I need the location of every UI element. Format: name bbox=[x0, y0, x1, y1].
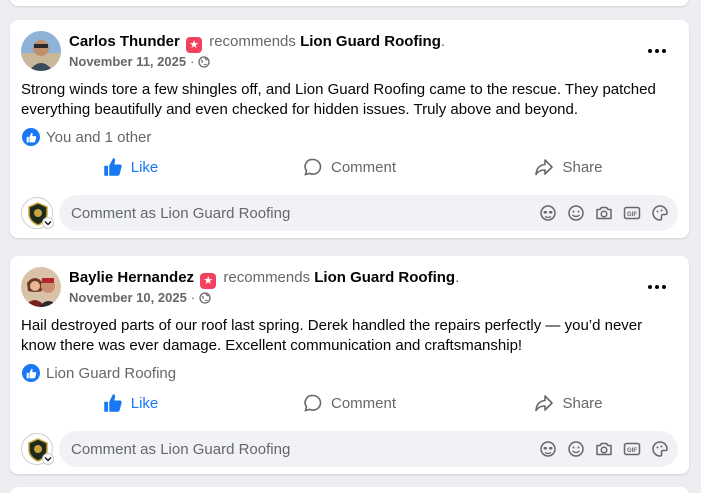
comment-tools: GIF bbox=[538, 203, 670, 223]
like-button[interactable]: Like bbox=[21, 390, 240, 416]
post-body: Hail destroyed parts of our roof last sp… bbox=[21, 317, 643, 354]
author-name[interactable]: Carlos Thunder bbox=[69, 33, 180, 50]
recommend-badge-icon: ★ bbox=[200, 273, 217, 289]
camera-icon[interactable] bbox=[594, 439, 614, 459]
post-date[interactable]: November 11, 2025 bbox=[69, 54, 186, 69]
like-label: Like bbox=[130, 394, 159, 412]
previous-post-card bbox=[10, 0, 689, 6]
share-label: Share bbox=[562, 394, 603, 412]
post-actions: Like Comment Share bbox=[21, 154, 678, 180]
comment-input[interactable]: Comment as Lion Guard Roofing GIF bbox=[59, 431, 678, 467]
author-name[interactable]: Baylie Hernandez bbox=[69, 269, 194, 286]
camera-icon[interactable] bbox=[594, 203, 614, 223]
share-label: Share bbox=[562, 158, 603, 176]
chevron-down-icon[interactable] bbox=[42, 453, 54, 465]
post-title-line: Carlos Thunder ★ recommends Lion Guard R… bbox=[69, 33, 446, 53]
like-reaction-icon bbox=[22, 128, 40, 146]
emoji-icon[interactable] bbox=[566, 439, 586, 459]
globe-icon bbox=[198, 55, 211, 68]
like-reaction-icon bbox=[22, 364, 40, 382]
svg-text:GIF: GIF bbox=[627, 448, 637, 454]
post-header: Carlos Thunder ★ recommends Lion Guard R… bbox=[21, 31, 678, 73]
speech-bubble-icon bbox=[303, 157, 323, 177]
comment-tools: GIF bbox=[538, 439, 670, 459]
reactions-text: Lion Guard Roofing bbox=[46, 364, 177, 382]
share-arrow-icon bbox=[534, 157, 554, 177]
reactions-summary[interactable]: You and 1 other bbox=[22, 128, 151, 146]
avatar[interactable] bbox=[21, 267, 61, 307]
post-actions: Like Comment Share bbox=[21, 390, 678, 416]
comment-placeholder: Comment as Lion Guard Roofing bbox=[71, 440, 291, 458]
next-post-card bbox=[10, 487, 689, 493]
avatar[interactable] bbox=[21, 31, 61, 71]
avatar-sticker-icon[interactable] bbox=[538, 439, 558, 459]
share-button[interactable]: Share bbox=[459, 154, 678, 180]
globe-icon bbox=[199, 291, 211, 304]
comment-composer: Comment as Lion Guard Roofing GIF bbox=[21, 195, 678, 231]
svg-text:GIF: GIF bbox=[627, 212, 637, 218]
like-label: Like bbox=[130, 158, 159, 176]
thumbs-up-icon bbox=[103, 157, 123, 177]
chevron-down-icon[interactable] bbox=[42, 217, 54, 229]
speech-bubble-icon bbox=[303, 393, 323, 413]
comment-button[interactable]: Comment bbox=[240, 154, 459, 180]
reactions-summary[interactable]: Lion Guard Roofing bbox=[22, 364, 176, 382]
review-post: Baylie Hernandez ★ recommends Lion Guard… bbox=[10, 256, 689, 474]
post-body: Strong winds tore a few shingles off, an… bbox=[21, 81, 656, 118]
page-name-link[interactable]: Lion Guard Roofing bbox=[314, 269, 455, 286]
thumbs-up-icon bbox=[103, 393, 123, 413]
comment-composer: Comment as Lion Guard Roofing GIF bbox=[21, 431, 678, 467]
post-meta: November 11, 2025 · bbox=[69, 54, 211, 69]
reactions-text: You and 1 other bbox=[46, 128, 152, 146]
post-date[interactable]: November 10, 2025 bbox=[69, 290, 187, 305]
emoji-icon[interactable] bbox=[566, 203, 586, 223]
share-button[interactable]: Share bbox=[459, 390, 678, 416]
gif-icon[interactable]: GIF bbox=[622, 203, 642, 223]
recommend-badge-icon: ★ bbox=[186, 37, 203, 53]
avatar-sticker-icon[interactable] bbox=[538, 203, 558, 223]
comment-placeholder: Comment as Lion Guard Roofing bbox=[71, 204, 291, 222]
share-arrow-icon bbox=[534, 393, 554, 413]
sticker-icon[interactable] bbox=[650, 439, 670, 459]
comment-button[interactable]: Comment bbox=[240, 390, 459, 416]
post-header: Baylie Hernandez ★ recommends Lion Guard… bbox=[21, 267, 678, 309]
review-post: Carlos Thunder ★ recommends Lion Guard R… bbox=[10, 20, 689, 238]
gif-icon[interactable]: GIF bbox=[622, 439, 642, 459]
like-button[interactable]: Like bbox=[21, 154, 240, 180]
recommends-text: recommends bbox=[209, 33, 296, 50]
comment-input[interactable]: Comment as Lion Guard Roofing GIF bbox=[59, 195, 678, 231]
sticker-icon[interactable] bbox=[650, 203, 670, 223]
page-name-link[interactable]: Lion Guard Roofing bbox=[300, 33, 441, 50]
more-options-icon[interactable] bbox=[646, 41, 668, 61]
comment-label: Comment bbox=[330, 158, 397, 176]
post-title-line: Baylie Hernandez ★ recommends Lion Guard… bbox=[69, 269, 460, 289]
more-options-icon[interactable] bbox=[646, 277, 668, 297]
comment-label: Comment bbox=[330, 394, 397, 412]
recommends-text: recommends bbox=[223, 269, 311, 286]
post-meta: November 10, 2025 · bbox=[69, 290, 211, 305]
